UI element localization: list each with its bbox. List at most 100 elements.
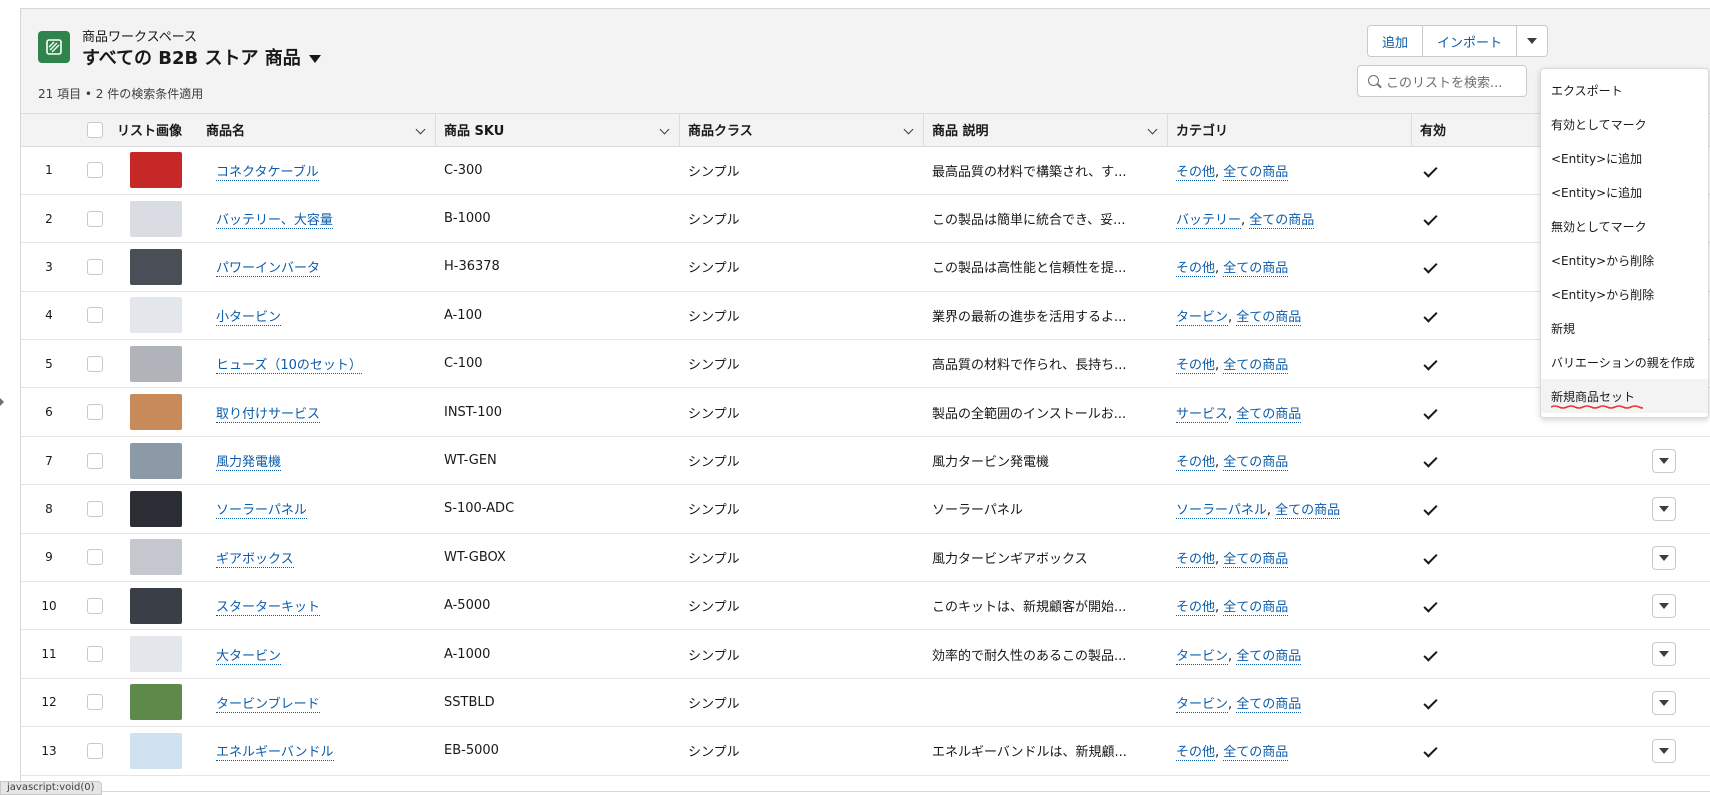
category-link[interactable]: その他 <box>1176 551 1216 568</box>
table-row[interactable]: 7 風力発電機 WT-GEN シンプル 風力タービン発電機 その他, 全ての商品 <box>21 436 1710 486</box>
menu-item[interactable]: <Entity>から削除 <box>1541 243 1708 277</box>
category-link[interactable]: 全ての商品 <box>1236 696 1302 713</box>
column-header-name[interactable]: 商品名 <box>198 114 436 147</box>
product-category-cell: タービン, 全ての商品 <box>1168 291 1412 341</box>
chevron-down-icon[interactable] <box>1147 124 1158 135</box>
category-link[interactable]: その他 <box>1176 455 1216 472</box>
category-link[interactable]: 全ての商品 <box>1223 164 1289 181</box>
category-link[interactable]: その他 <box>1176 600 1216 617</box>
column-header-class[interactable]: 商品クラス <box>680 114 924 147</box>
row-actions-button[interactable] <box>1652 497 1676 522</box>
table-row[interactable]: 1 コネクタケーブル C-300 シンプル 最高品質の材料で構築され、す... … <box>21 146 1710 195</box>
row-actions-button[interactable] <box>1652 545 1676 570</box>
chevron-down-icon[interactable] <box>308 54 321 63</box>
category-link[interactable]: タービン <box>1176 696 1229 713</box>
row-actions-button[interactable] <box>1652 739 1676 764</box>
category-link[interactable]: タービン <box>1176 648 1229 665</box>
menu-item[interactable]: <Entity>に追加 <box>1541 141 1708 175</box>
table-row[interactable]: 6 取り付けサービス INST-100 シンプル 製品の全範囲のインストールお.… <box>21 387 1710 437</box>
row-actions-button[interactable] <box>1652 642 1676 667</box>
product-name-link[interactable]: バッテリー、大容量 <box>216 213 333 230</box>
row-checkbox[interactable] <box>87 452 103 469</box>
row-actions-button[interactable] <box>1652 690 1676 715</box>
category-link[interactable]: バッテリー <box>1176 213 1242 230</box>
row-checkbox[interactable] <box>87 210 103 227</box>
row-checkbox[interactable] <box>87 646 103 663</box>
category-link[interactable]: その他 <box>1176 164 1216 181</box>
table-row[interactable]: 11 大タービン A-1000 シンプル 効率的で耐久性のあるこの製品... タ… <box>21 629 1710 679</box>
product-name-link[interactable]: 風力発電機 <box>216 455 282 472</box>
table-row[interactable]: 12 タービンブレード SSTBLD シンプル タービン, 全ての商品 <box>21 678 1710 728</box>
product-name-link[interactable]: コネクタケーブル <box>216 164 319 181</box>
list-search-input[interactable]: このリストを検索... <box>1357 65 1527 97</box>
category-link[interactable]: その他 <box>1176 261 1216 278</box>
column-header-sku[interactable]: 商品 SKU <box>436 114 680 147</box>
menu-item[interactable]: 新規商品セット <box>1541 379 1708 413</box>
category-link[interactable]: 全ての商品 <box>1236 648 1302 665</box>
menu-item[interactable]: 有効としてマーク <box>1541 107 1708 141</box>
row-checkbox[interactable] <box>87 549 103 566</box>
category-link[interactable]: サービス <box>1176 406 1229 423</box>
product-name-link[interactable]: ギアボックス <box>216 551 294 568</box>
table-row[interactable]: 2 バッテリー、大容量 B-1000 シンプル この製品は簡単に統合でき、妥..… <box>21 194 1710 244</box>
table-row[interactable]: 10 スターターキット A-5000 シンプル このキットは、新規顧客が開始..… <box>21 581 1710 631</box>
row-checkbox[interactable] <box>87 404 103 421</box>
chevron-down-icon[interactable] <box>659 124 670 135</box>
table-row[interactable]: 5 ヒューズ（10のセット） C-100 シンプル 高品質の材料で作られ、長持ち… <box>21 339 1710 389</box>
product-name-link[interactable]: スターターキット <box>216 600 321 617</box>
product-name-link[interactable]: エネルギーバンドル <box>216 745 334 762</box>
row-checkbox[interactable] <box>87 162 103 179</box>
menu-item[interactable]: エクスポート <box>1541 73 1708 107</box>
table-row[interactable]: 9 ギアボックス WT-GBOX シンプル 風力タービンギアボックス その他, … <box>21 533 1710 583</box>
category-link[interactable]: 全ての商品 <box>1223 600 1289 617</box>
row-checkbox[interactable] <box>87 258 103 275</box>
table-row[interactable]: 13 エネルギーバンドル EB-5000 シンプル エネルギーバンドルは、新規顧… <box>21 726 1710 776</box>
list-view-selector[interactable]: すべての B2B ストア 商品 <box>82 44 321 70</box>
row-actions-button[interactable] <box>1652 594 1676 619</box>
row-actions-button[interactable] <box>1652 448 1676 473</box>
table-row[interactable]: 3 パワーインバータ H-36378 シンプル この製品は高性能と信頼性を提..… <box>21 242 1710 292</box>
category-link[interactable]: ソーラーパネル <box>1176 503 1267 520</box>
row-checkbox[interactable] <box>87 597 103 614</box>
category-link[interactable]: 全ての商品 <box>1236 406 1302 423</box>
product-name-link[interactable]: ヒューズ（10のセット） <box>216 358 362 375</box>
table-row[interactable]: 4 小タービン A-100 シンプル 業界の最新の進歩を活用するよ... タービ… <box>21 291 1710 341</box>
add-button[interactable]: 追加 <box>1367 26 1423 56</box>
product-name-link[interactable]: タービンブレード <box>216 696 320 713</box>
chevron-down-icon[interactable] <box>903 124 914 135</box>
category-link[interactable]: 全ての商品 <box>1223 455 1289 472</box>
category-link[interactable]: 全ての商品 <box>1275 503 1341 520</box>
category-link[interactable]: 全ての商品 <box>1223 261 1289 278</box>
column-header-description[interactable]: 商品 説明 <box>924 114 1168 147</box>
product-name-link[interactable]: パワーインバータ <box>216 261 321 278</box>
product-name-link[interactable]: 大タービン <box>216 648 282 665</box>
row-checkbox[interactable] <box>87 694 103 711</box>
product-name-link[interactable]: 取り付けサービス <box>216 406 321 423</box>
row-checkbox[interactable] <box>87 500 103 517</box>
category-link[interactable]: 全ての商品 <box>1223 551 1289 568</box>
product-name-link[interactable]: ソーラーパネル <box>216 503 307 520</box>
table-row[interactable]: 8 ソーラーパネル S-100-ADC シンプル ソーラーパネル ソーラーパネル… <box>21 484 1710 534</box>
menu-item[interactable]: 無効としてマーク <box>1541 209 1708 243</box>
column-header-image[interactable]: リスト画像 <box>113 114 198 147</box>
category-link[interactable]: その他 <box>1176 358 1216 375</box>
menu-item[interactable]: バリエーションの親を作成 <box>1541 345 1708 379</box>
menu-item[interactable]: <Entity>から削除 <box>1541 277 1708 311</box>
category-link[interactable]: タービン <box>1176 309 1229 326</box>
row-checkbox[interactable] <box>87 742 103 759</box>
menu-item[interactable]: 新規 <box>1541 311 1708 345</box>
chevron-down-icon[interactable] <box>415 124 426 135</box>
category-link[interactable]: 全ての商品 <box>1223 745 1289 762</box>
select-all-checkbox[interactable] <box>87 121 103 138</box>
product-name-link[interactable]: 小タービン <box>216 309 282 326</box>
row-checkbox[interactable] <box>87 355 103 372</box>
category-link[interactable]: 全ての商品 <box>1249 213 1315 230</box>
category-link[interactable]: 全ての商品 <box>1223 358 1289 375</box>
category-link[interactable]: その他 <box>1176 745 1216 762</box>
import-button[interactable]: インポート <box>1422 26 1517 56</box>
column-header-category[interactable]: カテゴリ <box>1168 114 1412 147</box>
menu-item[interactable]: <Entity>に追加 <box>1541 175 1708 209</box>
row-checkbox[interactable] <box>87 307 103 324</box>
category-link[interactable]: 全ての商品 <box>1236 309 1302 326</box>
more-actions-button[interactable] <box>1517 26 1547 56</box>
